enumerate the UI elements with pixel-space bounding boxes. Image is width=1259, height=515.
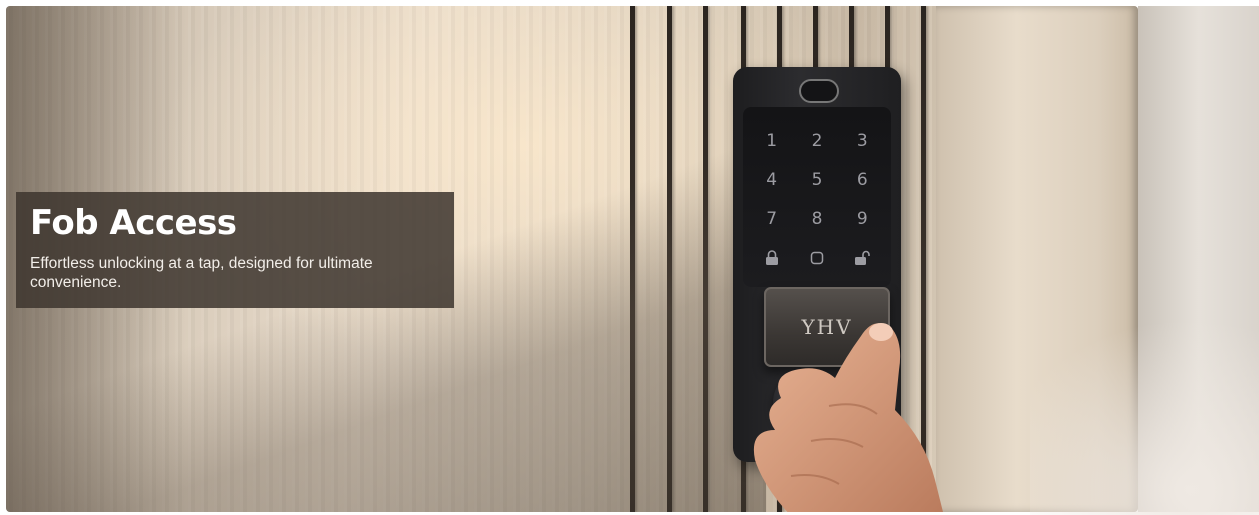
keypad-key: 2 (811, 130, 823, 151)
keypad-key: 9 (856, 208, 868, 229)
hand-illustration (754, 323, 943, 512)
confirm-key-icon (794, 238, 839, 277)
banner-title: Fob Access (30, 203, 237, 243)
keypad-key: 1 (766, 130, 778, 151)
keypad-key: 5 (811, 169, 823, 190)
square-icon (810, 251, 824, 264)
keypad-key: 8 (811, 208, 823, 229)
keypad: 1 2 3 4 5 6 7 8 9 (743, 107, 891, 287)
lock-icon (765, 249, 778, 265)
unlock-icon (855, 250, 871, 265)
banner-subtitle: Effortless unlocking at a tap, designed … (30, 255, 373, 291)
lock-sensor (799, 79, 839, 103)
keypad-key: 7 (766, 208, 778, 229)
keypad-key: 6 (856, 169, 868, 190)
forearm (1030, 300, 1259, 515)
caption-box: Fob Access Effortless unlocking at a tap… (16, 192, 454, 308)
keypad-key: 3 (856, 130, 868, 151)
unlock-icon (840, 238, 885, 277)
lock-icon (749, 238, 794, 277)
keypad-key: 4 (766, 169, 778, 190)
